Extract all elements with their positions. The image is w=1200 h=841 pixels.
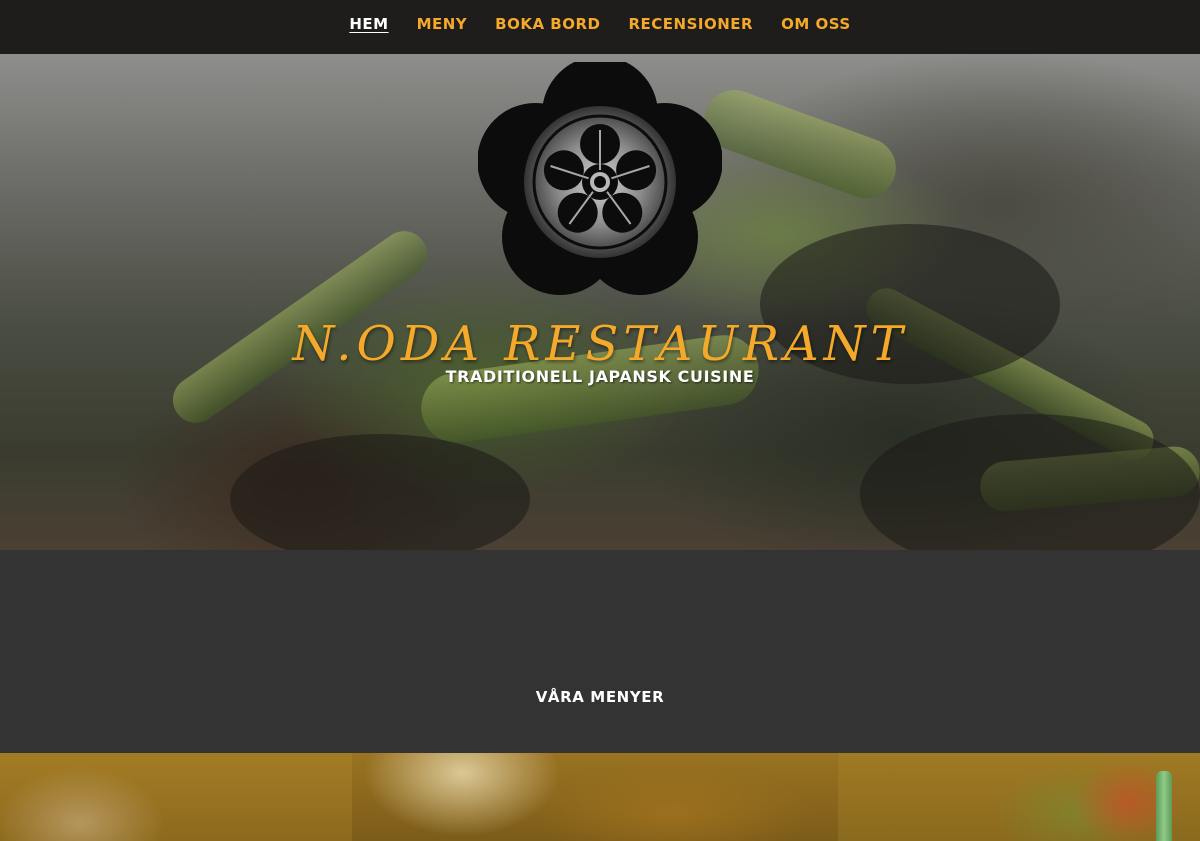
- nav-link-om-oss[interactable]: OM OSS: [781, 15, 851, 33]
- main-nav: HEM MENY BOKA BORD RECENSIONER OM OSS: [0, 0, 1200, 54]
- menu-tile-image[interactable]: [0, 753, 352, 841]
- menus-heading: VÅRA MENYER: [535, 688, 665, 706]
- tile-decor: [1156, 771, 1172, 841]
- menu-tiles: [0, 753, 1200, 841]
- hero-banner: N.ODA RESTAURANT TRADITIONELL JAPANSK CU…: [0, 54, 1200, 550]
- nav-link-meny[interactable]: MENY: [417, 15, 468, 33]
- menu-tile-image[interactable]: [838, 753, 1200, 841]
- hero-bg-shape: [695, 81, 905, 207]
- hero-bg-shape: [230, 434, 530, 550]
- nav-link-boka-bord[interactable]: BOKA BORD: [495, 15, 600, 33]
- oda-mon-crest-icon: [477, 56, 723, 295]
- menu-tile-image[interactable]: [352, 753, 838, 841]
- nav-link-recensioner[interactable]: RECENSIONER: [628, 15, 753, 33]
- restaurant-title: N.ODA RESTAURANT: [292, 316, 908, 372]
- menus-section: VÅRA MENYER: [0, 550, 1200, 753]
- restaurant-subtitle: TRADITIONELL JAPANSK CUISINE: [445, 367, 755, 386]
- restaurant-logo: [477, 56, 723, 302]
- nav-link-hem[interactable]: HEM: [349, 15, 388, 33]
